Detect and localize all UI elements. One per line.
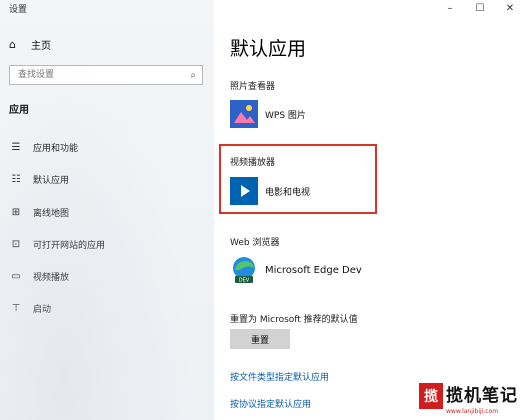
web-browser-app[interactable]: DEV Microsoft Edge Dev (230, 256, 362, 284)
video-player-label: 视频播放器 (230, 158, 276, 168)
section-label-apps: 应用 (9, 105, 29, 116)
watermark: 揽 揽机笔记 www.lanjibiji.com (419, 379, 525, 420)
main-pane: – ☐ ✕ 默认应用 照片查看器 WPS 图片 视频播放器 电影和电视 Web … (214, 0, 525, 420)
apps-features-icon: ☰ (11, 141, 21, 153)
wps-photo-icon (230, 100, 258, 128)
video-playback-icon: ▭ (11, 270, 21, 282)
link-by-file-type[interactable]: 按文件类型指定默认应用 (230, 370, 329, 383)
sidebar-item-apps-for-websites[interactable]: ⊡ 可打开网站的应用 (9, 237, 105, 251)
minimize-button[interactable]: – (435, 0, 465, 16)
sidebar-item-label: 应用和功能 (33, 143, 79, 154)
reset-button[interactable]: 重置 (230, 329, 290, 349)
video-player-app[interactable]: 电影和电视 (230, 177, 310, 205)
sidebar-item-offline-maps[interactable]: ⊞ 离线地图 (9, 205, 69, 219)
link-by-protocol[interactable]: 按协议指定默认应用 (230, 397, 311, 410)
sidebar: 设置 ⌂ 主页 ⌕ 应用 ☰ 应用和功能 ☷ 默认应用 ⊞ 离线地图 ⊡ 可打开… (0, 0, 214, 420)
startup-icon: ⊤ (11, 302, 21, 314)
watermark-url: www.lanjibiji.com (446, 408, 499, 415)
photo-viewer-app-name: WPS 图片 (265, 110, 306, 121)
search-icon[interactable]: ⌕ (190, 70, 196, 81)
web-browser-label: Web 浏览器 (230, 238, 280, 248)
watermark-text: 揽机笔记 (446, 386, 518, 406)
sidebar-item-label: 启动 (33, 304, 52, 315)
nav-home[interactable]: ⌂ 主页 (9, 37, 51, 52)
maximize-button[interactable]: ☐ (465, 0, 495, 16)
home-icon: ⌂ (9, 38, 16, 51)
photo-viewer-label: 照片查看器 (230, 82, 276, 92)
sidebar-item-label: 可打开网站的应用 (33, 240, 106, 251)
sidebar-item-apps-features[interactable]: ☰ 应用和功能 (9, 140, 79, 154)
page-title: 默认应用 (230, 38, 307, 60)
offline-maps-icon: ⊞ (11, 206, 21, 218)
nav-home-label: 主页 (31, 41, 51, 52)
movies-tv-icon (230, 177, 258, 205)
sidebar-item-label: 默认应用 (33, 175, 70, 186)
sidebar-item-video-playback[interactable]: ▭ 视频播放 (9, 269, 69, 283)
apps-for-websites-icon: ⊡ (11, 238, 21, 250)
default-apps-icon: ☷ (11, 173, 21, 185)
window-title: 设置 (9, 5, 28, 15)
search-input[interactable] (16, 69, 191, 81)
web-browser-app-name: Microsoft Edge Dev (265, 264, 362, 276)
edge-dev-badge: DEV (239, 278, 250, 284)
video-player-app-name: 电影和电视 (265, 187, 311, 198)
close-button[interactable]: ✕ (495, 0, 525, 16)
edge-dev-icon: DEV (230, 256, 258, 284)
reset-label: 重置为 Microsoft 推荐的默认值 (230, 315, 358, 325)
watermark-logo: 揽 (419, 383, 443, 409)
window-controls: – ☐ ✕ (435, 0, 525, 16)
sidebar-item-default-apps[interactable]: ☷ 默认应用 (9, 172, 70, 186)
sidebar-item-label: 离线地图 (33, 208, 70, 219)
search-box[interactable]: ⌕ (9, 65, 203, 85)
photo-viewer-app[interactable]: WPS 图片 (230, 100, 306, 128)
sidebar-item-label: 视频播放 (33, 272, 70, 283)
sidebar-item-startup[interactable]: ⊤ 启动 (9, 301, 51, 315)
